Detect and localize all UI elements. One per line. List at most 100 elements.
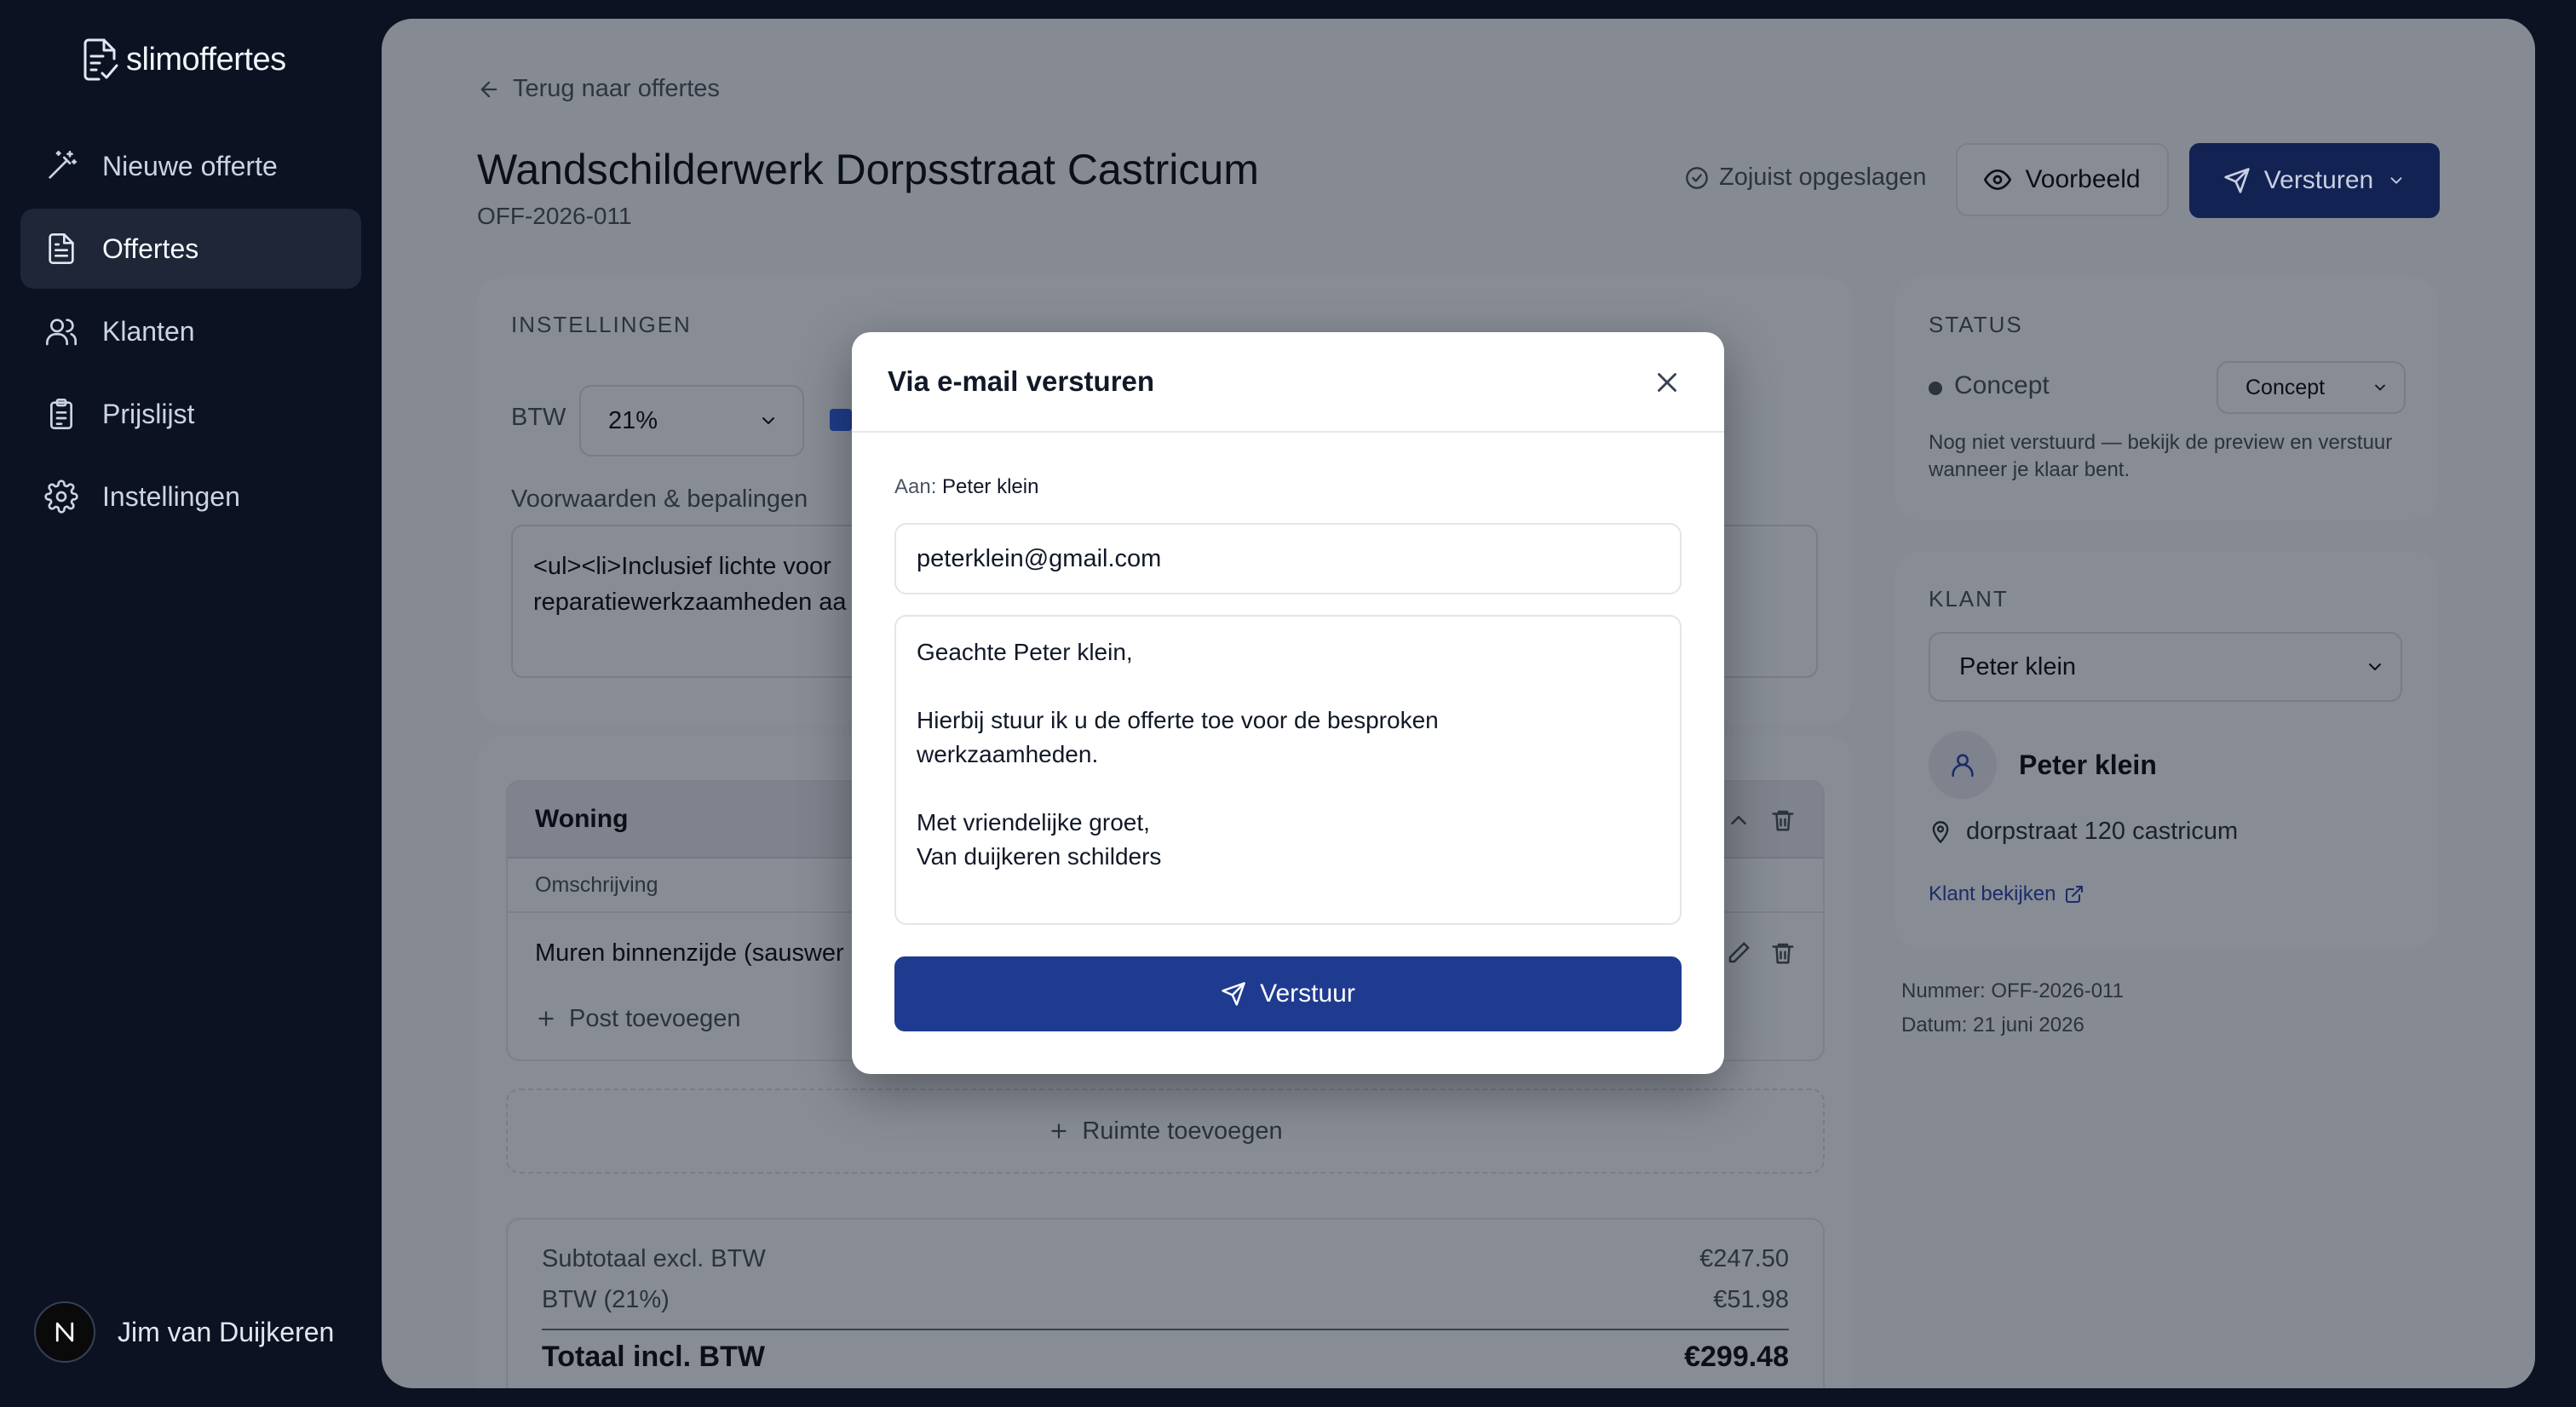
btw-total-value: €51.98 (1713, 1285, 1789, 1313)
user-icon (1952, 754, 1974, 778)
settings-checkbox[interactable] (830, 409, 852, 431)
quote-number: OFF-2026-011 (477, 203, 632, 229)
user-menu[interactable]: Jim van Duijkeren (34, 1301, 334, 1363)
plus-icon (1051, 1123, 1067, 1139)
preview-button[interactable]: Voorbeeld (1956, 143, 2169, 216)
eye-icon (1984, 169, 2012, 190)
app-name: slimoffertes (126, 41, 286, 78)
btw-row: BTW (21%) €51.98 (542, 1279, 1789, 1320)
recipient-label: Aan: (894, 475, 937, 498)
save-status-label: Zojuist opgeslagen (1719, 164, 1927, 191)
sidebar: slimoffertes Nieuwe offerte Offertes Kla… (0, 0, 382, 1407)
quote-meta: Nummer: OFF-2026-011 Datum: 21 juni 2026 (1901, 974, 2124, 1042)
settings-section-label: INSTELLINGEN (511, 312, 692, 337)
client-address-text: dorpstraat 120 castricum (1966, 818, 2239, 845)
status-note: Nog niet verstuurd — bekijk de preview e… (1929, 431, 2393, 481)
btw-select[interactable]: 21% (579, 385, 804, 457)
document-icon (49, 233, 74, 264)
nav-item-nieuwe-offerte[interactable]: Nieuwe offerte (20, 126, 361, 206)
add-room-button[interactable]: Ruimte toevoegen (506, 1088, 1825, 1174)
subtotal-row: Subtotaal excl. BTW €247.50 (542, 1238, 1789, 1279)
status-card: STATUS Concept Concept Nog niet verstuur… (1895, 278, 2438, 520)
chevron-up-icon[interactable] (1726, 807, 1751, 833)
map-pin-icon (1932, 820, 1949, 843)
subtotal-label: Subtotaal excl. BTW (542, 1244, 766, 1272)
status-select-value: Concept (2245, 375, 2326, 399)
nav-label: Instellingen (102, 480, 240, 512)
add-room-label: Ruimte toevoegen (1082, 1117, 1283, 1145)
plus-icon (538, 1011, 554, 1026)
arrow-left-icon (480, 81, 497, 97)
total-value: €299.48 (1684, 1341, 1789, 1373)
chevron-down-icon (2375, 384, 2385, 391)
nav-item-offertes[interactable]: Offertes (20, 209, 361, 289)
nav-label: Nieuwe offerte (102, 150, 278, 181)
btw-select-value: 21% (608, 406, 658, 434)
status-select[interactable]: Concept (2217, 361, 2406, 414)
modal-header: Via e-mail versturen (852, 332, 1724, 433)
check-circle-icon (1686, 166, 1708, 189)
page-title: Wandschilderwerk Dorpsstraat Castricum (477, 146, 1259, 193)
users-icon (46, 319, 77, 346)
recipient-line: Aan: Peter klein (894, 475, 1038, 499)
send-dropdown-button[interactable]: Versturen (2189, 143, 2440, 218)
nav-item-prijslijst[interactable]: Prijslijst (20, 374, 361, 454)
back-link[interactable]: Terug naar offertes (477, 75, 720, 103)
nav-item-klanten[interactable]: Klanten (20, 291, 361, 371)
nav-label: Offertes (102, 233, 199, 264)
client-address: dorpstraat 120 castricum (1929, 818, 2238, 846)
nav-item-instellingen[interactable]: Instellingen (20, 457, 361, 537)
totals-box: Subtotaal excl. BTW €247.50 BTW (21%) €5… (506, 1218, 1825, 1388)
nav-label: Klanten (102, 315, 195, 347)
row-description: Muren binnenzijde (sauswer (535, 939, 844, 967)
gear-icon (44, 480, 78, 514)
avatar (34, 1301, 95, 1363)
terms-label: Voorwaarden & bepalingen (511, 485, 808, 513)
meta-date: Datum: 21 juni 2026 (1901, 1014, 2084, 1037)
preview-label: Voorbeeld (2025, 165, 2141, 193)
meta-number: Nummer: OFF-2026-011 (1901, 979, 2124, 1002)
status-value: Concept (1954, 371, 2050, 399)
submit-send-button[interactable]: Verstuur (894, 956, 1682, 1031)
email-send-modal: Via e-mail versturen Aan: Peter klein Ge… (852, 332, 1724, 1074)
client-section-label: KLANT (1929, 586, 2009, 612)
logo-document-icon (83, 38, 118, 81)
btw-label: BTW (511, 404, 566, 431)
trash-icon[interactable] (1770, 807, 1796, 833)
total-row: Totaal incl. BTW €299.48 (542, 1329, 1789, 1374)
total-label: Totaal incl. BTW (542, 1341, 765, 1373)
client-name: Peter klein (2019, 749, 2157, 780)
send-label: Versturen (2263, 166, 2374, 194)
trash-icon[interactable] (1770, 940, 1796, 966)
message-textarea[interactable]: Geachte Peter klein, Hierbij stuur ik u … (894, 615, 1682, 925)
client-avatar (1929, 731, 1997, 799)
client-select[interactable]: Peter klein (1929, 632, 2402, 702)
modal-title: Via e-mail versturen (888, 365, 1155, 397)
app-logo[interactable]: slimoffertes (82, 36, 286, 83)
nav-label: Prijslijst (102, 398, 195, 429)
next-logo-icon (55, 1322, 74, 1342)
btw-total-label: BTW (21%) (542, 1285, 670, 1313)
main-nav: Nieuwe offerte Offertes Klanten Prijslij… (20, 126, 361, 539)
client-select-value: Peter klein (1959, 652, 2077, 681)
recipient-name: Peter klein (942, 475, 1039, 498)
back-label: Terug naar offertes (513, 75, 720, 102)
client-card: KLANT Peter klein Peter klein dorpstraat… (1895, 552, 2438, 947)
save-status: Zojuist opgeslagen (1685, 164, 1926, 192)
status-section-label: STATUS (1929, 312, 2023, 337)
send-icon (1222, 982, 1245, 1006)
close-icon (1658, 373, 1676, 392)
send-icon (2224, 168, 2250, 193)
status-dot (1929, 382, 1942, 395)
pencil-icon[interactable] (1726, 940, 1751, 966)
add-post-label: Post toevoegen (569, 1004, 741, 1032)
magic-wand-icon (49, 151, 77, 179)
email-field[interactable] (894, 523, 1682, 594)
user-name: Jim van Duijkeren (118, 1316, 335, 1347)
view-client-link[interactable]: Klant bekijken (1929, 882, 2084, 906)
chevron-down-icon (2390, 177, 2402, 184)
view-client-label: Klant bekijken (1929, 882, 2056, 905)
chevron-down-icon (762, 417, 774, 424)
external-link-icon (2066, 886, 2084, 903)
close-button[interactable] (1651, 366, 1683, 399)
